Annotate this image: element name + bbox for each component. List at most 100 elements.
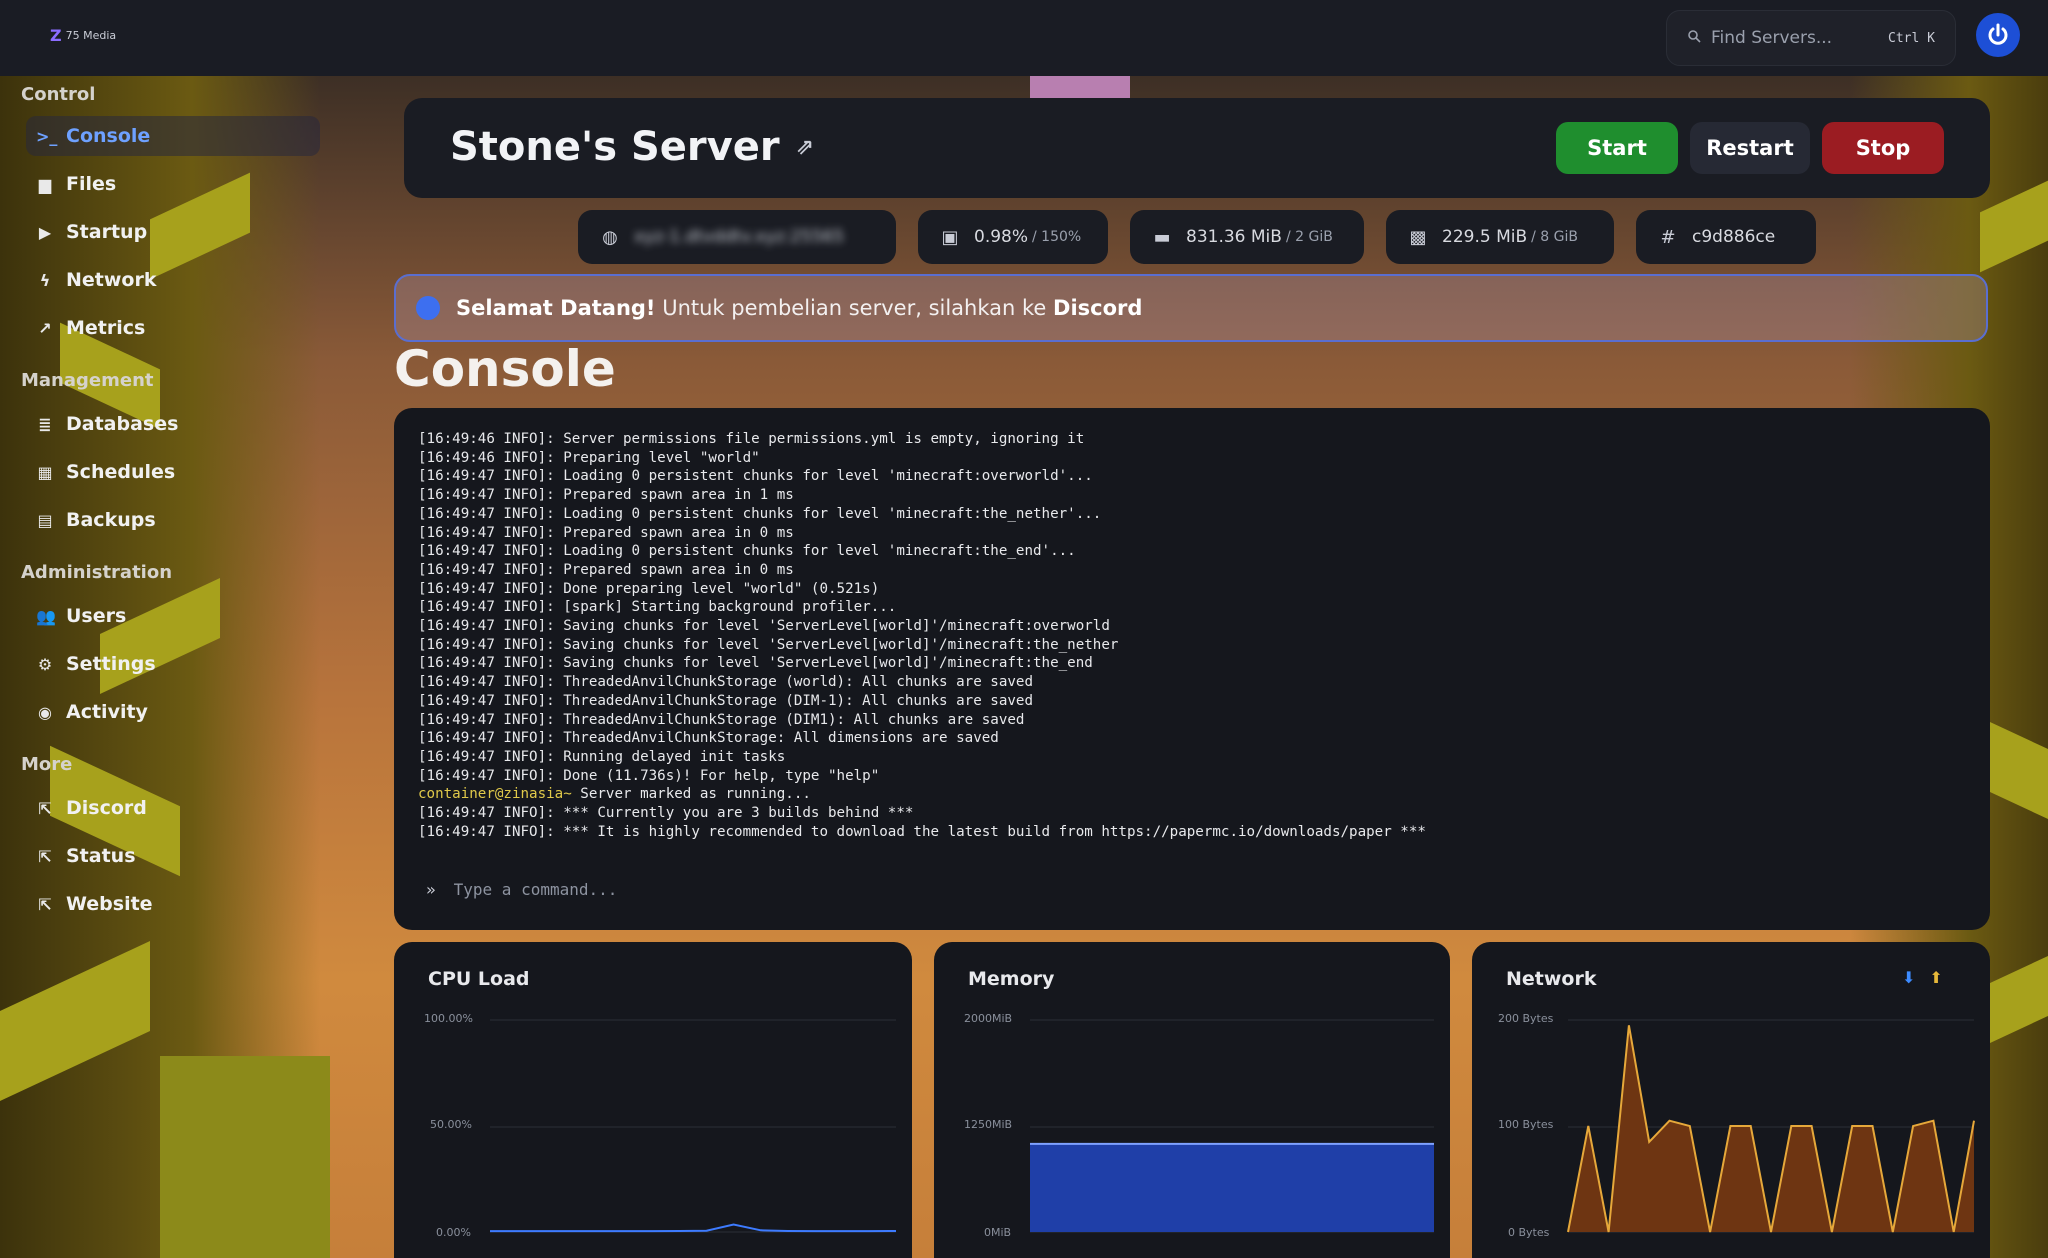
- sidebar-item-label: Console: [66, 125, 151, 147]
- sidebar-item-website[interactable]: ⇱ Website: [26, 884, 320, 924]
- external-link-icon[interactable]: ⇗: [796, 135, 814, 160]
- sidebar-item-label: Users: [66, 605, 127, 627]
- stat-cpu: ▣ 0.98% / 150%: [918, 210, 1108, 264]
- external-link-icon: ⇱: [38, 894, 52, 914]
- cpu-icon: ▣: [941, 226, 959, 248]
- sidebar-item-label: Startup: [66, 221, 148, 243]
- console-line: [16:49:47 INFO]: Saving chunks for level…: [418, 618, 1110, 635]
- sidebar-item-label: Metrics: [66, 317, 146, 339]
- alert-bold: Selamat Datang!: [456, 296, 656, 320]
- search-placeholder: Find Servers...: [1711, 28, 1833, 48]
- stat-address[interactable]: ◍ xyz-1.dtvddtv.xyz:25565: [578, 210, 896, 264]
- gear-icon: ⚙: [37, 654, 53, 674]
- console-line: [16:49:47 INFO]: ThreadedAnvilChunkStora…: [418, 692, 1033, 709]
- search-servers-input[interactable]: Find Servers... Ctrl K: [1666, 10, 1956, 66]
- alert-discord-link[interactable]: Discord: [1053, 296, 1142, 320]
- stop-button[interactable]: Stop: [1822, 122, 1944, 174]
- console-panel: [16:49:46 INFO]: Server permissions file…: [394, 408, 1990, 930]
- sidebar-section-management: Management: [21, 370, 154, 391]
- logo-mark: Z: [50, 26, 62, 45]
- server-id: c9d886ce: [1692, 227, 1776, 247]
- external-link-icon: ⇱: [38, 846, 52, 866]
- sidebar-item-backups[interactable]: ▤ Backups: [26, 500, 320, 540]
- sidebar-item-discord[interactable]: ⇱ Discord: [26, 788, 320, 828]
- sidebar-item-schedules[interactable]: ▦ Schedules: [26, 452, 320, 492]
- console-line: [16:49:47 INFO]: Running delayed init ta…: [418, 748, 786, 765]
- info-dot-icon: [416, 296, 440, 320]
- disk-icon: ▩: [1409, 226, 1427, 248]
- folder-icon: ▆: [38, 174, 52, 194]
- start-button[interactable]: Start: [1556, 122, 1678, 174]
- console-line: [16:49:47 INFO]: ThreadedAnvilChunkStora…: [418, 711, 1025, 728]
- app-logo[interactable]: Z 75 Media: [50, 26, 116, 45]
- sidebar-item-label: Activity: [66, 701, 148, 723]
- series-line: [490, 1223, 897, 1233]
- console-line: [16:49:47 INFO]: Done (11.736s)! For hel…: [418, 767, 880, 784]
- top-bar: Z 75 Media Find Servers... Ctrl K: [0, 0, 2048, 76]
- console-line: container@zinasia~ Server marked as runn…: [418, 786, 811, 803]
- sidebar-section-control: Control: [21, 84, 96, 105]
- sidebar-item-users[interactable]: 👥 Users: [26, 596, 320, 636]
- command-input[interactable]: » Type a command...: [426, 880, 617, 899]
- database-icon: ≣: [38, 414, 52, 434]
- logo-text: 75 Media: [65, 29, 117, 42]
- play-icon: ▶: [38, 222, 52, 242]
- sidebar-item-label: Schedules: [66, 461, 176, 483]
- sidebar-item-status[interactable]: ⇱ Status: [26, 836, 320, 876]
- eye-icon: ◉: [38, 702, 52, 722]
- sidebar-item-startup[interactable]: ▶ Startup: [26, 212, 320, 252]
- server-name: Stone's Server: [450, 124, 780, 170]
- memory-card: Memory 2000MiB 1250MiB 0MiB: [934, 942, 1450, 1258]
- console-line: [16:49:47 INFO]: ThreadedAnvilChunkStora…: [418, 674, 1033, 691]
- disk-limit: / 8 GiB: [1531, 229, 1578, 245]
- disk-value: 229.5 MiB: [1442, 227, 1528, 247]
- welcome-alert: Selamat Datang! Untuk pembelian server, …: [394, 274, 1988, 342]
- cpu-limit: / 150%: [1032, 229, 1082, 245]
- globe-icon: ◍: [602, 226, 618, 248]
- command-placeholder: Type a command...: [453, 880, 618, 899]
- chart-icon: ↗: [38, 318, 52, 338]
- console-line: [16:49:46 INFO]: Server permissions file…: [418, 431, 1085, 447]
- restart-button[interactable]: Restart: [1690, 122, 1810, 174]
- cpu-value: 0.98%: [974, 227, 1029, 247]
- console-line: [16:49:47 INFO]: *** Currently you are 3…: [418, 805, 914, 822]
- console-line: [16:49:47 INFO]: Prepared spawn area in …: [418, 524, 794, 541]
- power-icon[interactable]: [1976, 13, 2020, 57]
- sidebar-item-files[interactable]: ▆ Files: [26, 164, 320, 204]
- sidebar: Control >_ Console ▆ Files ▶ Startup ϟ N…: [0, 76, 330, 1258]
- sidebar-section-more: More: [21, 754, 73, 775]
- console-log: [16:49:46 INFO]: Server permissions file…: [418, 430, 1958, 841]
- search-icon: [1687, 28, 1701, 48]
- memory-icon: ▬: [1153, 226, 1171, 248]
- sidebar-item-label: Network: [66, 269, 157, 291]
- console-line: [16:49:47 INFO]: Saving chunks for level…: [418, 655, 1093, 672]
- cpu-chart: [490, 1019, 897, 1233]
- sidebar-section-administration: Administration: [21, 562, 173, 583]
- stat-memory: ▬ 831.36 MiB / 2 GiB: [1130, 210, 1364, 264]
- archive-icon: ▤: [37, 510, 53, 530]
- network-card: Network ⬇ ⬆ 200 Bytes 100 Bytes 0 Bytes: [1472, 942, 1990, 1258]
- sidebar-item-metrics[interactable]: ↗ Metrics: [26, 308, 320, 348]
- sidebar-item-activity[interactable]: ◉ Activity: [26, 692, 320, 732]
- alert-message: Untuk pembelian server, silahkan ke: [662, 296, 1047, 320]
- sidebar-item-console[interactable]: >_ Console: [26, 116, 320, 156]
- sidebar-item-label: Website: [66, 893, 153, 915]
- series-area: [1030, 1143, 1434, 1232]
- cpu-load-card: CPU Load 100.00% 50.00% 0.00%: [394, 942, 912, 1258]
- console-line: [16:49:47 INFO]: Loading 0 persistent ch…: [418, 543, 1076, 560]
- console-line: [16:49:47 INFO]: *** It is highly recomm…: [418, 823, 1426, 840]
- chevrons-right-icon: »: [426, 880, 436, 899]
- sidebar-item-settings[interactable]: ⚙ Settings: [26, 644, 320, 684]
- stat-server-id: # c9d886ce: [1636, 210, 1816, 264]
- users-icon: 👥: [36, 606, 56, 626]
- console-line: [16:49:46 INFO]: Preparing level "world": [418, 449, 760, 466]
- memory-chart: [1030, 1019, 1434, 1233]
- sidebar-item-databases[interactable]: ≣ Databases: [26, 404, 320, 444]
- sidebar-item-label: Settings: [66, 653, 156, 675]
- server-header: Stone's Server ⇗ Start Restart Stop: [404, 98, 1990, 198]
- server-address: xyz-1.dtvddtv.xyz:25565: [634, 227, 845, 247]
- sidebar-item-label: Discord: [66, 797, 147, 819]
- network-chart: [1567, 1019, 1975, 1233]
- console-line: [16:49:47 INFO]: Loading 0 persistent ch…: [418, 505, 1102, 522]
- sidebar-item-network[interactable]: ϟ Network: [26, 260, 320, 300]
